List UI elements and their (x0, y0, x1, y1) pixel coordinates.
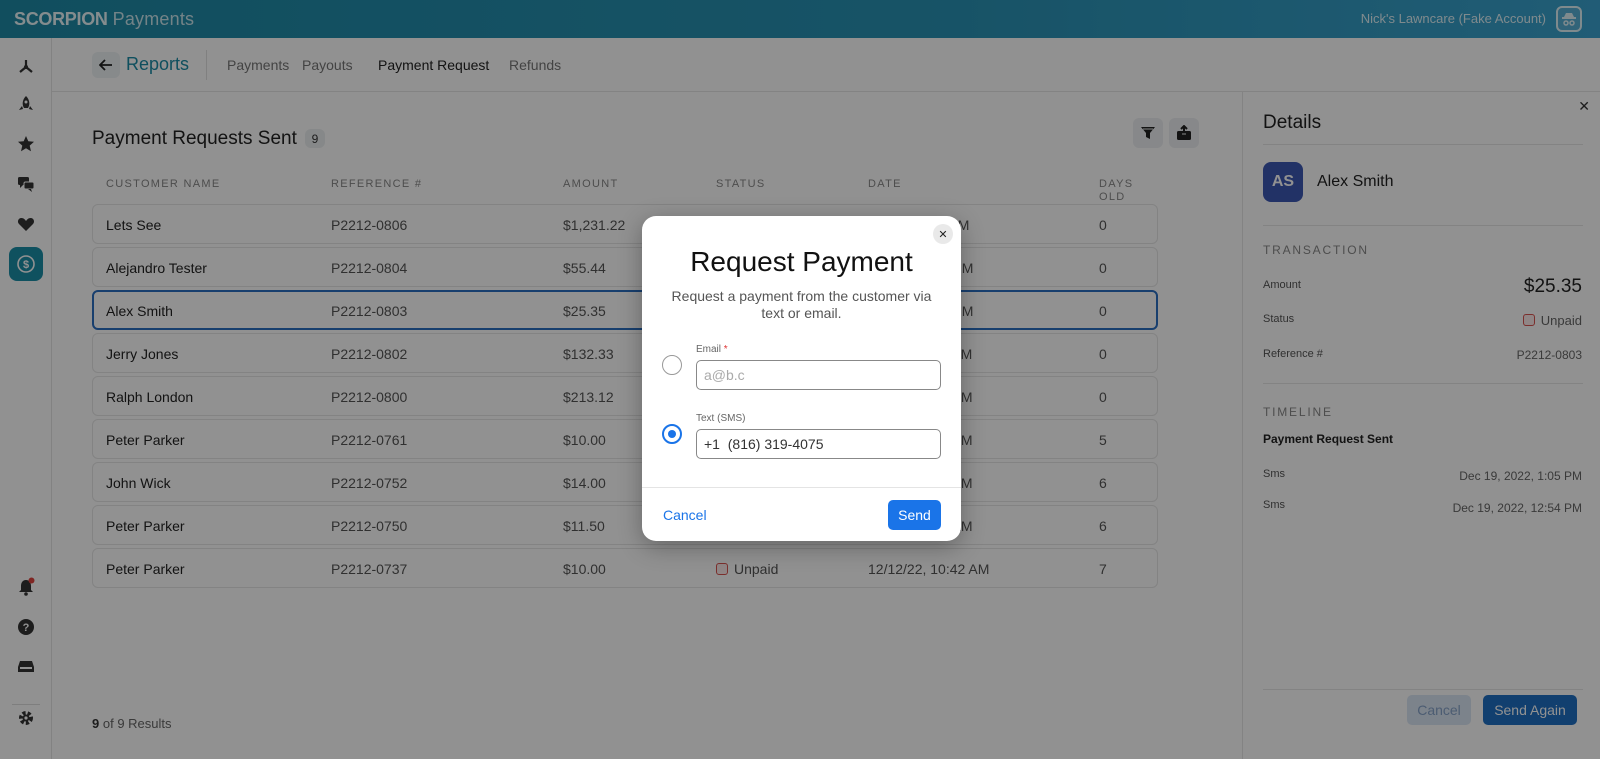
email-field[interactable] (696, 360, 941, 390)
phone-field[interactable] (696, 429, 941, 459)
email-label: Email * (696, 344, 728, 355)
close-modal-button[interactable]: ✕ (933, 224, 953, 244)
modal-divider (642, 487, 961, 488)
sms-radio[interactable] (662, 424, 682, 444)
sms-label: Text (SMS) (696, 413, 746, 424)
modal-title: Request Payment (690, 246, 913, 277)
modal-description: Request a payment from the customer via … (671, 288, 932, 321)
email-label-text: Email (696, 344, 722, 355)
modal-cancel-button[interactable]: Cancel (663, 507, 707, 523)
modal-send-button[interactable]: Send (888, 500, 941, 530)
email-radio[interactable] (662, 355, 682, 375)
request-payment-modal: ✕ Request Payment Request a payment from… (642, 216, 961, 541)
required-marker: * (723, 344, 728, 355)
